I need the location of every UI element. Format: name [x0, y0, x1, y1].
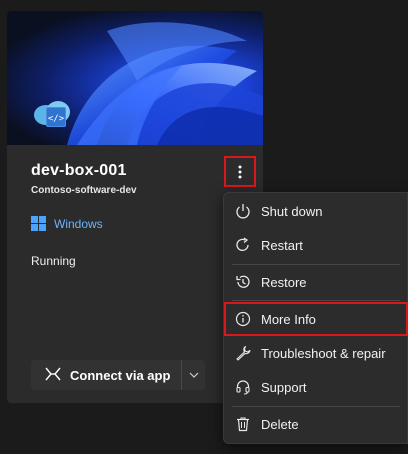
dev-box-icon: </> — [32, 99, 74, 133]
menu-item-restore[interactable]: Restore — [224, 265, 408, 299]
menu-item-support[interactable]: Support — [224, 370, 408, 404]
menu-item-label: Restore — [261, 274, 307, 290]
menu-item-troubleshoot[interactable]: Troubleshoot & repair — [224, 336, 408, 370]
actions-menu: Shut down Restart Restore More Info Trou… — [223, 192, 408, 444]
more-actions-button[interactable] — [224, 156, 256, 187]
menu-item-restart[interactable]: Restart — [224, 228, 408, 262]
trash-icon — [235, 416, 251, 432]
menu-item-more-info[interactable]: More Info — [224, 302, 408, 336]
svg-text:</>: </> — [48, 114, 65, 124]
status-text: Running — [31, 254, 76, 268]
menu-item-shut-down[interactable]: Shut down — [224, 194, 408, 228]
connect-split-button: Connect via app — [31, 360, 205, 390]
windows-icon — [31, 216, 46, 231]
connect-dropdown-button[interactable] — [181, 360, 205, 390]
os-row: Windows — [31, 216, 103, 231]
menu-item-label: More Info — [261, 311, 316, 327]
menu-item-label: Shut down — [261, 203, 323, 219]
menu-item-label: Troubleshoot & repair — [261, 345, 386, 361]
hero-image: </> — [7, 11, 263, 145]
restore-icon — [235, 274, 251, 290]
headset-icon — [235, 379, 251, 395]
os-label: Windows — [54, 216, 103, 231]
connect-button[interactable]: Connect via app — [31, 360, 181, 390]
chevron-down-icon — [189, 372, 198, 378]
restart-icon — [235, 237, 251, 253]
menu-divider — [232, 300, 400, 301]
info-icon — [235, 311, 251, 327]
connect-label: Connect via app — [70, 367, 171, 383]
menu-item-label: Delete — [261, 416, 299, 432]
menu-item-delete[interactable]: Delete — [224, 407, 408, 441]
wrench-icon — [235, 345, 251, 361]
page: </> dev-box-001 Contoso-software-dev Win… — [0, 0, 408, 454]
menu-item-label: Restart — [261, 237, 303, 253]
remote-connect-icon — [45, 367, 61, 384]
dev-box-name: dev-box-001 — [31, 162, 127, 179]
power-icon — [235, 203, 251, 219]
menu-item-label: Support — [261, 379, 307, 395]
project-name: Contoso-software-dev — [31, 185, 137, 196]
more-vertical-icon — [238, 165, 242, 178]
